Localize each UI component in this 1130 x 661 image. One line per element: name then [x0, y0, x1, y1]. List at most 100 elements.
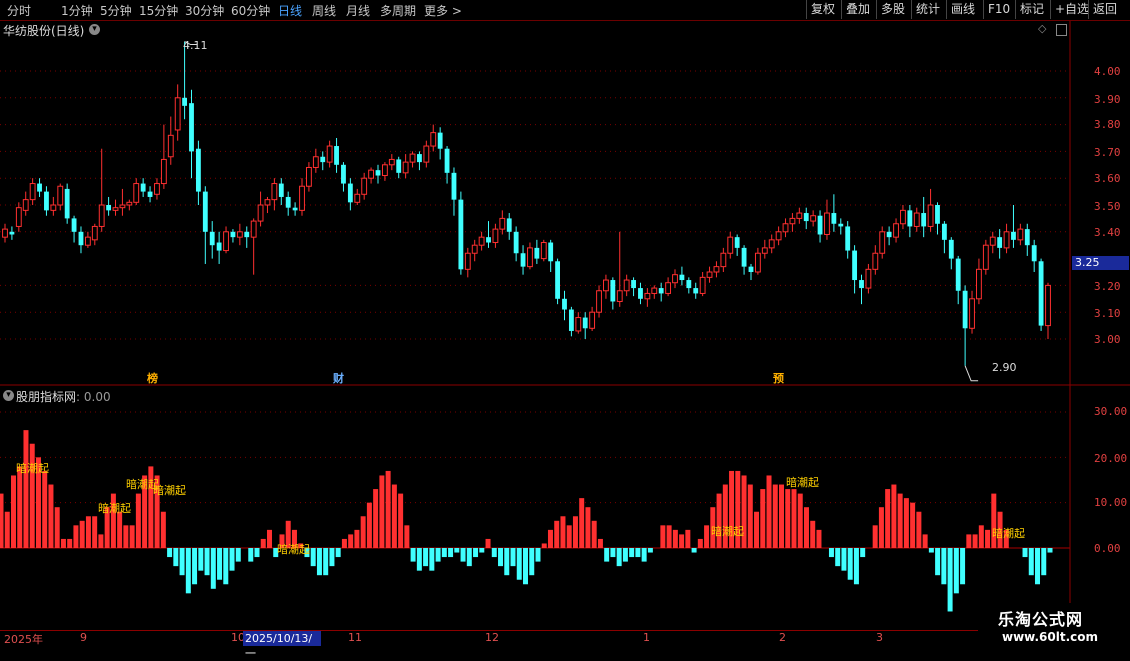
indicator-bar — [48, 484, 54, 548]
low-pointer — [964, 365, 979, 382]
candle-body — [230, 231, 236, 238]
candle-body — [803, 213, 809, 222]
indicator-bar — [853, 548, 859, 585]
indicator-bar — [410, 548, 416, 562]
indicator-bar — [460, 548, 466, 562]
candle-body — [437, 132, 443, 149]
watermark-title: 乐淘公式网 — [998, 610, 1084, 629]
candle-body — [2, 228, 8, 238]
candle-body — [540, 242, 547, 260]
price-tick: 3.60 — [1094, 172, 1121, 185]
candle-body — [160, 158, 167, 185]
price-tick: 3.80 — [1094, 118, 1121, 131]
candle-body — [817, 215, 823, 235]
indicator-menu-icon[interactable]: ▾ — [3, 390, 14, 401]
event-mark-forecast[interactable]: 预 — [773, 370, 784, 386]
indicator-bar — [779, 484, 785, 548]
signal-label: 暗潮起 — [711, 525, 744, 538]
indicator-bar — [135, 493, 141, 548]
candle-body — [264, 199, 271, 206]
indicator-title: 股朋指标网: 0.00 — [16, 390, 111, 404]
candle-body — [499, 217, 506, 230]
candle-body — [775, 231, 782, 241]
indicator-bar — [716, 493, 722, 548]
indicator-bar — [797, 493, 803, 548]
indicator-bar — [847, 548, 853, 580]
candle-body — [893, 223, 899, 238]
candle-body — [596, 290, 602, 313]
candle-body — [506, 218, 512, 232]
candle-body — [1045, 284, 1051, 327]
candle-body — [299, 185, 305, 211]
indicator-bar — [516, 548, 522, 580]
indicator-bar — [198, 548, 204, 571]
candle-body — [879, 231, 886, 254]
indicator-bar — [316, 548, 322, 576]
price-tick: 3.90 — [1094, 93, 1121, 106]
indicator-bar — [766, 475, 772, 548]
candle-body — [106, 205, 112, 211]
indicator-bar — [448, 548, 454, 558]
indicator-bar — [978, 525, 984, 548]
candle-body — [969, 298, 975, 329]
indicator-bar — [123, 525, 129, 548]
price-tick: 3.50 — [1094, 200, 1121, 213]
indicator-bar — [747, 484, 753, 548]
candle-body — [285, 196, 291, 208]
signal-label: 暗潮起 — [98, 502, 131, 515]
indicator-bar — [323, 548, 329, 576]
indicator-bar — [117, 511, 123, 548]
indicator-bar — [679, 534, 685, 548]
candle-body — [927, 204, 934, 227]
candle-body — [306, 166, 312, 187]
indicator-bar — [922, 534, 928, 548]
candle-body — [409, 153, 416, 163]
candle-body — [1031, 245, 1037, 262]
candle-body — [679, 274, 685, 281]
indicator-bar — [966, 534, 972, 548]
indicator-bar — [635, 548, 641, 558]
candle-body — [976, 268, 982, 300]
indicator-bar — [210, 548, 216, 589]
candle-body — [423, 145, 430, 163]
candle-body — [402, 161, 409, 174]
indicator-bar — [647, 548, 653, 553]
indicator-bar — [129, 525, 135, 548]
indicator-bar — [1041, 548, 1047, 576]
indicator-bar — [878, 507, 884, 548]
indicator-bar — [360, 516, 366, 548]
indicator-bar — [79, 520, 85, 548]
indicator-bar — [935, 548, 941, 576]
date-tick: 1 — [643, 631, 650, 644]
date-tick: 11 — [348, 631, 362, 644]
candle-body — [935, 205, 940, 224]
candle-body — [824, 212, 830, 235]
indicator-bar — [404, 525, 410, 548]
indicator-tick: 10.00 — [1094, 496, 1128, 509]
candle-body — [147, 191, 153, 197]
indicator-bar — [379, 475, 385, 548]
indicator-bar — [0, 493, 4, 548]
indicator-bar — [223, 548, 229, 585]
candle-body — [189, 103, 194, 152]
candle-body — [796, 212, 803, 219]
indicator-bar — [560, 516, 566, 548]
candle-body — [713, 266, 720, 273]
candle-body — [900, 209, 906, 225]
candle-body — [50, 204, 57, 211]
candle-body — [140, 183, 146, 192]
candle-body — [845, 226, 851, 251]
candle-body — [451, 172, 457, 200]
candle-body — [1011, 231, 1016, 240]
candle-body — [257, 204, 264, 222]
indicator-bar — [504, 548, 510, 576]
indicator-bar — [441, 548, 447, 558]
candle-body — [167, 134, 174, 158]
event-mark-list[interactable]: 榜 — [147, 370, 158, 386]
indicator-bar — [972, 534, 978, 548]
candle-body — [982, 244, 989, 270]
indicator-bar — [229, 548, 235, 571]
date-axis — [0, 630, 1070, 651]
candle-body — [154, 183, 160, 195]
event-mark-finance[interactable]: 财 — [333, 370, 344, 386]
